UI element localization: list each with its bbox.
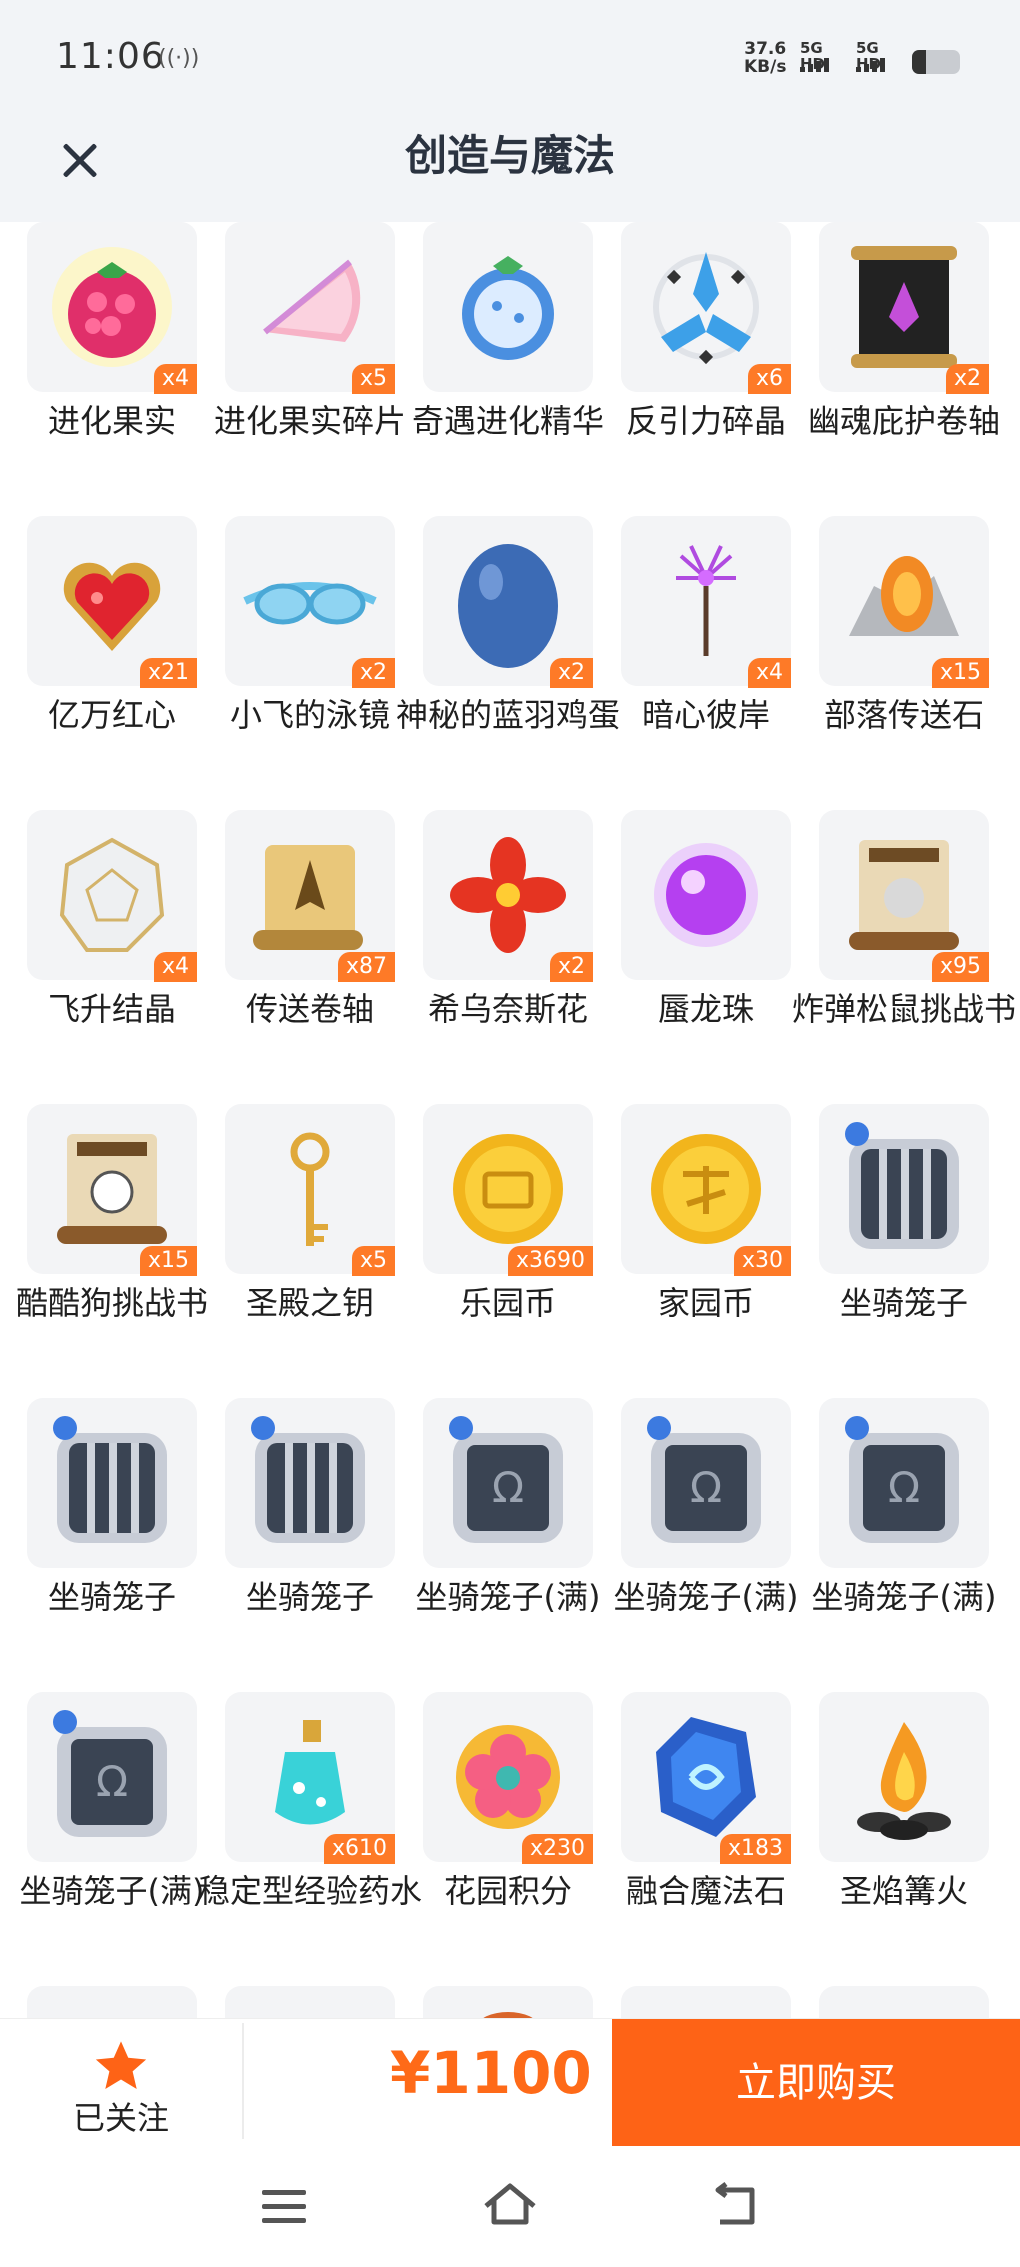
blue-fruit-icon xyxy=(462,256,554,360)
item-quantity: x2 xyxy=(549,658,593,688)
campfire-icon xyxy=(857,1722,951,1840)
item-name: 坐骑笼子 xyxy=(245,1578,374,1616)
item-tile-partial xyxy=(27,1986,197,2018)
svg-text:Ω: Ω xyxy=(492,1463,524,1512)
mount-cage-full-icon: Ω xyxy=(449,1416,563,1543)
item-quantity: x230 xyxy=(521,1834,593,1864)
item-name: 暗心彼岸 xyxy=(641,696,770,734)
nfc-icon: ((·)) xyxy=(158,46,200,71)
item-quantity: x3690 xyxy=(507,1246,593,1276)
svg-text:Ω: Ω xyxy=(690,1463,722,1512)
item-name: 坐骑笼子 xyxy=(839,1284,968,1322)
item-name: 圣殿之钥 xyxy=(245,1284,374,1322)
item-quantity: x6 xyxy=(747,364,791,394)
mount-cage-full-icon: Ω xyxy=(845,1416,959,1543)
item-name: 希乌奈斯花 xyxy=(427,990,588,1028)
item-quantity: x5 xyxy=(351,1246,395,1276)
item-name: 传送卷轴 xyxy=(245,990,374,1028)
item-grid: x4 进化果实 x5 进化果实碎片 奇遇进化精华 x6 反引力碎晶 x2 幽魂庇… xyxy=(0,222,1020,2018)
partial-item-icon xyxy=(483,2012,533,2018)
follow-label: 已关注 xyxy=(72,2099,169,2137)
item-name: 稳定型经验药水 xyxy=(198,1872,423,1910)
menu-icon[interactable] xyxy=(262,2190,306,2224)
item-name: 幽魂庇护卷轴 xyxy=(807,402,1000,440)
divider xyxy=(242,2023,244,2139)
item-name: 反引力碎晶 xyxy=(625,402,786,440)
item-quantity: x21 xyxy=(139,658,197,688)
item-tile-partial xyxy=(225,1986,395,2018)
item-name: 坐骑笼子 xyxy=(47,1578,176,1616)
item-name: 酷酷狗挑战书 xyxy=(15,1284,208,1322)
bottom-action-bar: 已关注 ¥1100 立即购买 xyxy=(0,2018,1020,2147)
item-tile-partial xyxy=(621,1986,791,2018)
item-name: 飞升结晶 xyxy=(47,990,176,1028)
item-quantity: x4 xyxy=(153,952,197,982)
item-name: 神秘的蓝羽鸡蛋 xyxy=(396,696,621,734)
item-name: 小飞的泳镜 xyxy=(229,696,390,734)
item-quantity: x2 xyxy=(549,952,593,982)
item-quantity: x183 xyxy=(719,1834,791,1864)
item-name: 坐骑笼子(满) xyxy=(613,1578,799,1616)
svg-text:Ω: Ω xyxy=(96,1757,128,1806)
item-quantity: x4 xyxy=(153,364,197,394)
item-name: 坐骑笼子(满) xyxy=(19,1872,205,1910)
item-name: 乐园币 xyxy=(459,1284,556,1322)
home-icon[interactable] xyxy=(482,2180,538,2228)
item-quantity: x5 xyxy=(351,364,395,394)
item-name: 坐骑笼子(满) xyxy=(415,1578,601,1616)
item-name: 炸弹松鼠挑战书 xyxy=(792,990,1017,1028)
item-quantity: x2 xyxy=(945,364,989,394)
item-quantity: x610 xyxy=(323,1834,395,1864)
item-name: 亿万红心 xyxy=(47,696,176,734)
mount-cage-icon xyxy=(251,1416,365,1543)
item-name: 坐骑笼子(满) xyxy=(811,1578,997,1616)
mount-cage-icon xyxy=(53,1416,167,1543)
item-tile-partial xyxy=(423,1986,593,2018)
system-nav-bar xyxy=(0,2146,1020,2267)
sim2-signal-icon: 5G HD xyxy=(856,40,902,74)
page-title: 创造与魔法 xyxy=(404,131,615,180)
item-name: 进化果实 xyxy=(47,402,176,440)
price: ¥1100 xyxy=(390,2039,592,2107)
purple-orb-icon xyxy=(654,843,758,947)
back-icon[interactable] xyxy=(712,2182,760,2228)
item-name: 圣焰篝火 xyxy=(839,1872,968,1910)
item-name: 蜃龙珠 xyxy=(657,990,754,1028)
title-bar: 创造与魔法 xyxy=(0,118,1020,222)
item-tile-partial xyxy=(819,1986,989,2018)
net-speed: 37.6 KB/s xyxy=(744,39,787,77)
svg-text:Ω: Ω xyxy=(888,1463,920,1512)
item-name: 部落传送石 xyxy=(823,696,984,734)
sim1-signal-icon: 5G HD xyxy=(800,40,846,74)
star-icon xyxy=(95,2041,147,2089)
item-name: 进化果实碎片 xyxy=(213,402,406,440)
item-name: 家园币 xyxy=(657,1284,754,1322)
item-name: 花园积分 xyxy=(443,1872,572,1910)
status-bar: 11:06 ((·)) 37.6 KB/s 5G HD 5G HD xyxy=(0,0,1020,118)
item-quantity: x15 xyxy=(931,658,989,688)
item-quantity: x30 xyxy=(733,1246,791,1276)
mount-cage-full-icon: Ω xyxy=(647,1416,761,1543)
mount-cage-icon xyxy=(845,1122,959,1249)
item-quantity: x95 xyxy=(931,952,989,982)
item-name: 融合魔法石 xyxy=(625,1872,786,1910)
follow-button[interactable]: 已关注 xyxy=(0,2019,242,2147)
item-name: 奇遇进化精华 xyxy=(411,402,604,440)
item-quantity: x87 xyxy=(337,952,395,982)
mount-cage-full-icon: Ω xyxy=(53,1710,167,1837)
item-quantity: x2 xyxy=(351,658,395,688)
buy-now-button[interactable]: 立即购买 xyxy=(612,2019,1020,2147)
item-quantity: x15 xyxy=(139,1246,197,1276)
status-time: 11:06 xyxy=(56,36,165,77)
battery-icon xyxy=(912,50,960,74)
item-quantity: x4 xyxy=(747,658,791,688)
